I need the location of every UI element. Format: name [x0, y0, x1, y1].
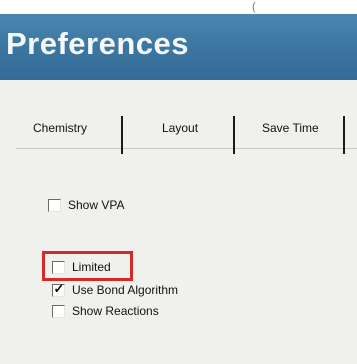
preferences-window: ( Preferences Chemistry Layout Save Time…	[0, 0, 357, 364]
tab-separator	[121, 116, 123, 154]
show-vpa-label: Show VPA	[68, 198, 125, 212]
tab-separator	[233, 116, 235, 154]
clipped-text: (	[252, 1, 256, 13]
tab-strip-divider	[16, 148, 357, 149]
show-vpa-checkbox[interactable]	[48, 199, 61, 212]
tab-chemistry[interactable]: Chemistry	[33, 116, 87, 148]
use-bond-algorithm-checkbox[interactable]: ✓	[52, 281, 65, 297]
checkmark-icon: ✓	[53, 281, 65, 296]
show-reactions-label: Show Reactions	[72, 304, 159, 318]
use-bond-algorithm-label: Use Bond Algorithm	[72, 283, 179, 297]
tab-separator	[343, 116, 345, 154]
show-reactions-checkbox[interactable]	[52, 305, 65, 318]
tab-layout[interactable]: Layout	[162, 116, 198, 148]
tab-save-time[interactable]: Save Time	[262, 116, 319, 148]
window-title: Preferences	[6, 26, 190, 61]
highlight-annotation	[42, 251, 133, 281]
